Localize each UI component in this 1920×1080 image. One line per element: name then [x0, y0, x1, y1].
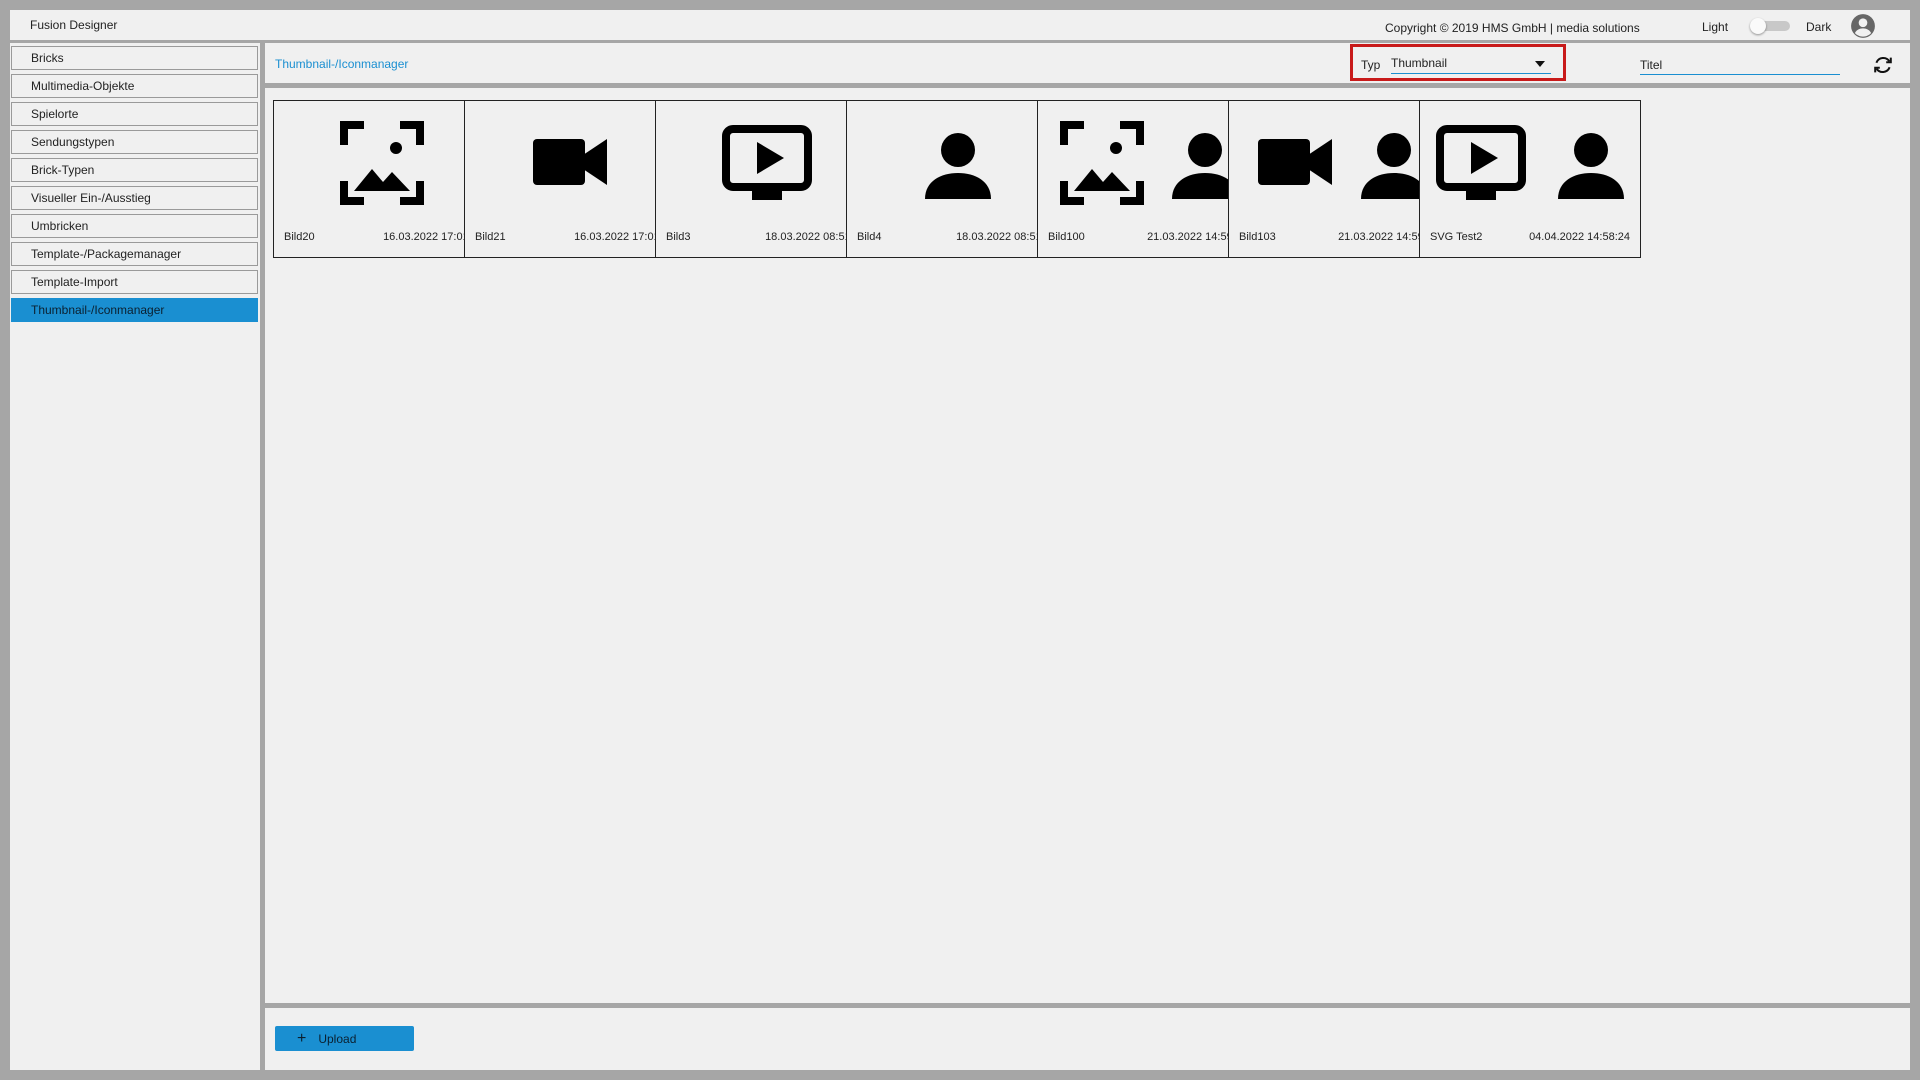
card-date: 04.04.2022 14:58:24 — [1529, 231, 1630, 243]
image-icon — [1060, 121, 1144, 205]
theme-dark-label: Dark — [1806, 20, 1832, 34]
video-camera-icon — [1258, 139, 1332, 185]
sidebar-item-brick-typen[interactable]: Brick-Typen — [11, 158, 258, 182]
toggle-knob[interactable] — [1750, 18, 1766, 34]
type-select-value: Thumbnail — [1391, 56, 1448, 70]
image-icon — [340, 121, 424, 205]
card-name: Bild100 — [1048, 231, 1085, 243]
sidebar-item-template-packagemanager[interactable]: Template-/Packagemanager — [11, 242, 258, 266]
theme-toggle[interactable] — [1750, 18, 1790, 34]
thumbnail-card[interactable]: Bild103 21.03.2022 14:59:41 — [1228, 100, 1450, 258]
card-name: Bild20 — [284, 231, 315, 243]
person-icon — [925, 133, 991, 199]
sidebar-item-spielorte[interactable]: Spielorte — [11, 102, 258, 126]
type-select[interactable]: Thumbnail — [1391, 55, 1551, 74]
video-camera-icon — [533, 139, 607, 185]
thumbnail-card[interactable]: Bild4 18.03.2022 08:51:57 — [846, 100, 1068, 258]
card-name: SVG Test2 — [1430, 231, 1483, 243]
upload-label: Upload — [318, 1031, 357, 1046]
plus-icon: + — [297, 1029, 307, 1047]
theme-light-label: Light — [1702, 20, 1729, 34]
sidebar-item-multimedia-objekte[interactable]: Multimedia-Objekte — [11, 74, 258, 98]
app-title: Fusion Designer — [30, 18, 118, 32]
sidebar-item-umbricken[interactable]: Umbricken — [11, 214, 258, 238]
app-frame: Fusion Designer Copyright © 2019 HMS Gmb… — [10, 10, 1910, 1070]
thumbnail-card[interactable]: Bild3 18.03.2022 08:51:57 — [655, 100, 877, 258]
refresh-icon[interactable] — [1872, 54, 1894, 76]
type-filter-highlight: Typ Thumbnail — [1350, 44, 1566, 81]
header-panel: Thumbnail-/Iconmanager Typ Thumbnail — [265, 43, 1910, 83]
card-name: Bild103 — [1239, 231, 1276, 243]
card-name: Bild4 — [857, 231, 882, 243]
sidebar-item-bricks[interactable]: Bricks — [11, 46, 258, 70]
thumbnail-card[interactable]: SVG Test2 04.04.2022 14:58:24 — [1419, 100, 1641, 258]
footer-panel: + Upload — [265, 1008, 1910, 1070]
sidebar-item-thumbnail-iconmanager[interactable]: Thumbnail-/Iconmanager — [11, 298, 258, 322]
card-name: Bild3 — [666, 231, 691, 243]
chevron-down-icon[interactable] — [1535, 61, 1545, 67]
sidebar-item-template-import[interactable]: Template-Import — [11, 270, 258, 294]
card-name: Bild21 — [475, 231, 506, 243]
upload-button[interactable]: + Upload — [275, 1026, 414, 1051]
breadcrumb[interactable]: Thumbnail-/Iconmanager — [275, 57, 408, 71]
tv-play-icon — [722, 125, 812, 200]
sidebar: Bricks Multimedia-Objekte Spielorte Send… — [10, 43, 260, 1070]
sidebar-item-visueller-ein-ausstieg[interactable]: Visueller Ein-/Ausstieg — [11, 186, 258, 210]
thumbnail-card[interactable]: Bild100 21.03.2022 14:59:41 — [1037, 100, 1259, 258]
account-circle-icon[interactable] — [1850, 13, 1876, 39]
thumbnail-card[interactable]: Bild20 16.03.2022 17:01:12 — [273, 100, 495, 258]
sidebar-item-sendungstypen[interactable]: Sendungstypen — [11, 130, 258, 154]
tv-play-icon — [1436, 125, 1526, 200]
thumbnail-card[interactable]: Bild21 16.03.2022 17:01:12 — [464, 100, 686, 258]
title-search-input[interactable] — [1640, 56, 1840, 75]
person-icon — [1558, 133, 1624, 199]
top-bar: Fusion Designer Copyright © 2019 HMS Gmb… — [10, 10, 1910, 40]
type-label: Typ — [1361, 58, 1381, 72]
copyright-text: Copyright © 2019 HMS GmbH | media soluti… — [1385, 21, 1640, 35]
thumbnail-grid: Bild20 16.03.2022 17:01:12 Bild21 16.03.… — [265, 88, 1910, 1003]
